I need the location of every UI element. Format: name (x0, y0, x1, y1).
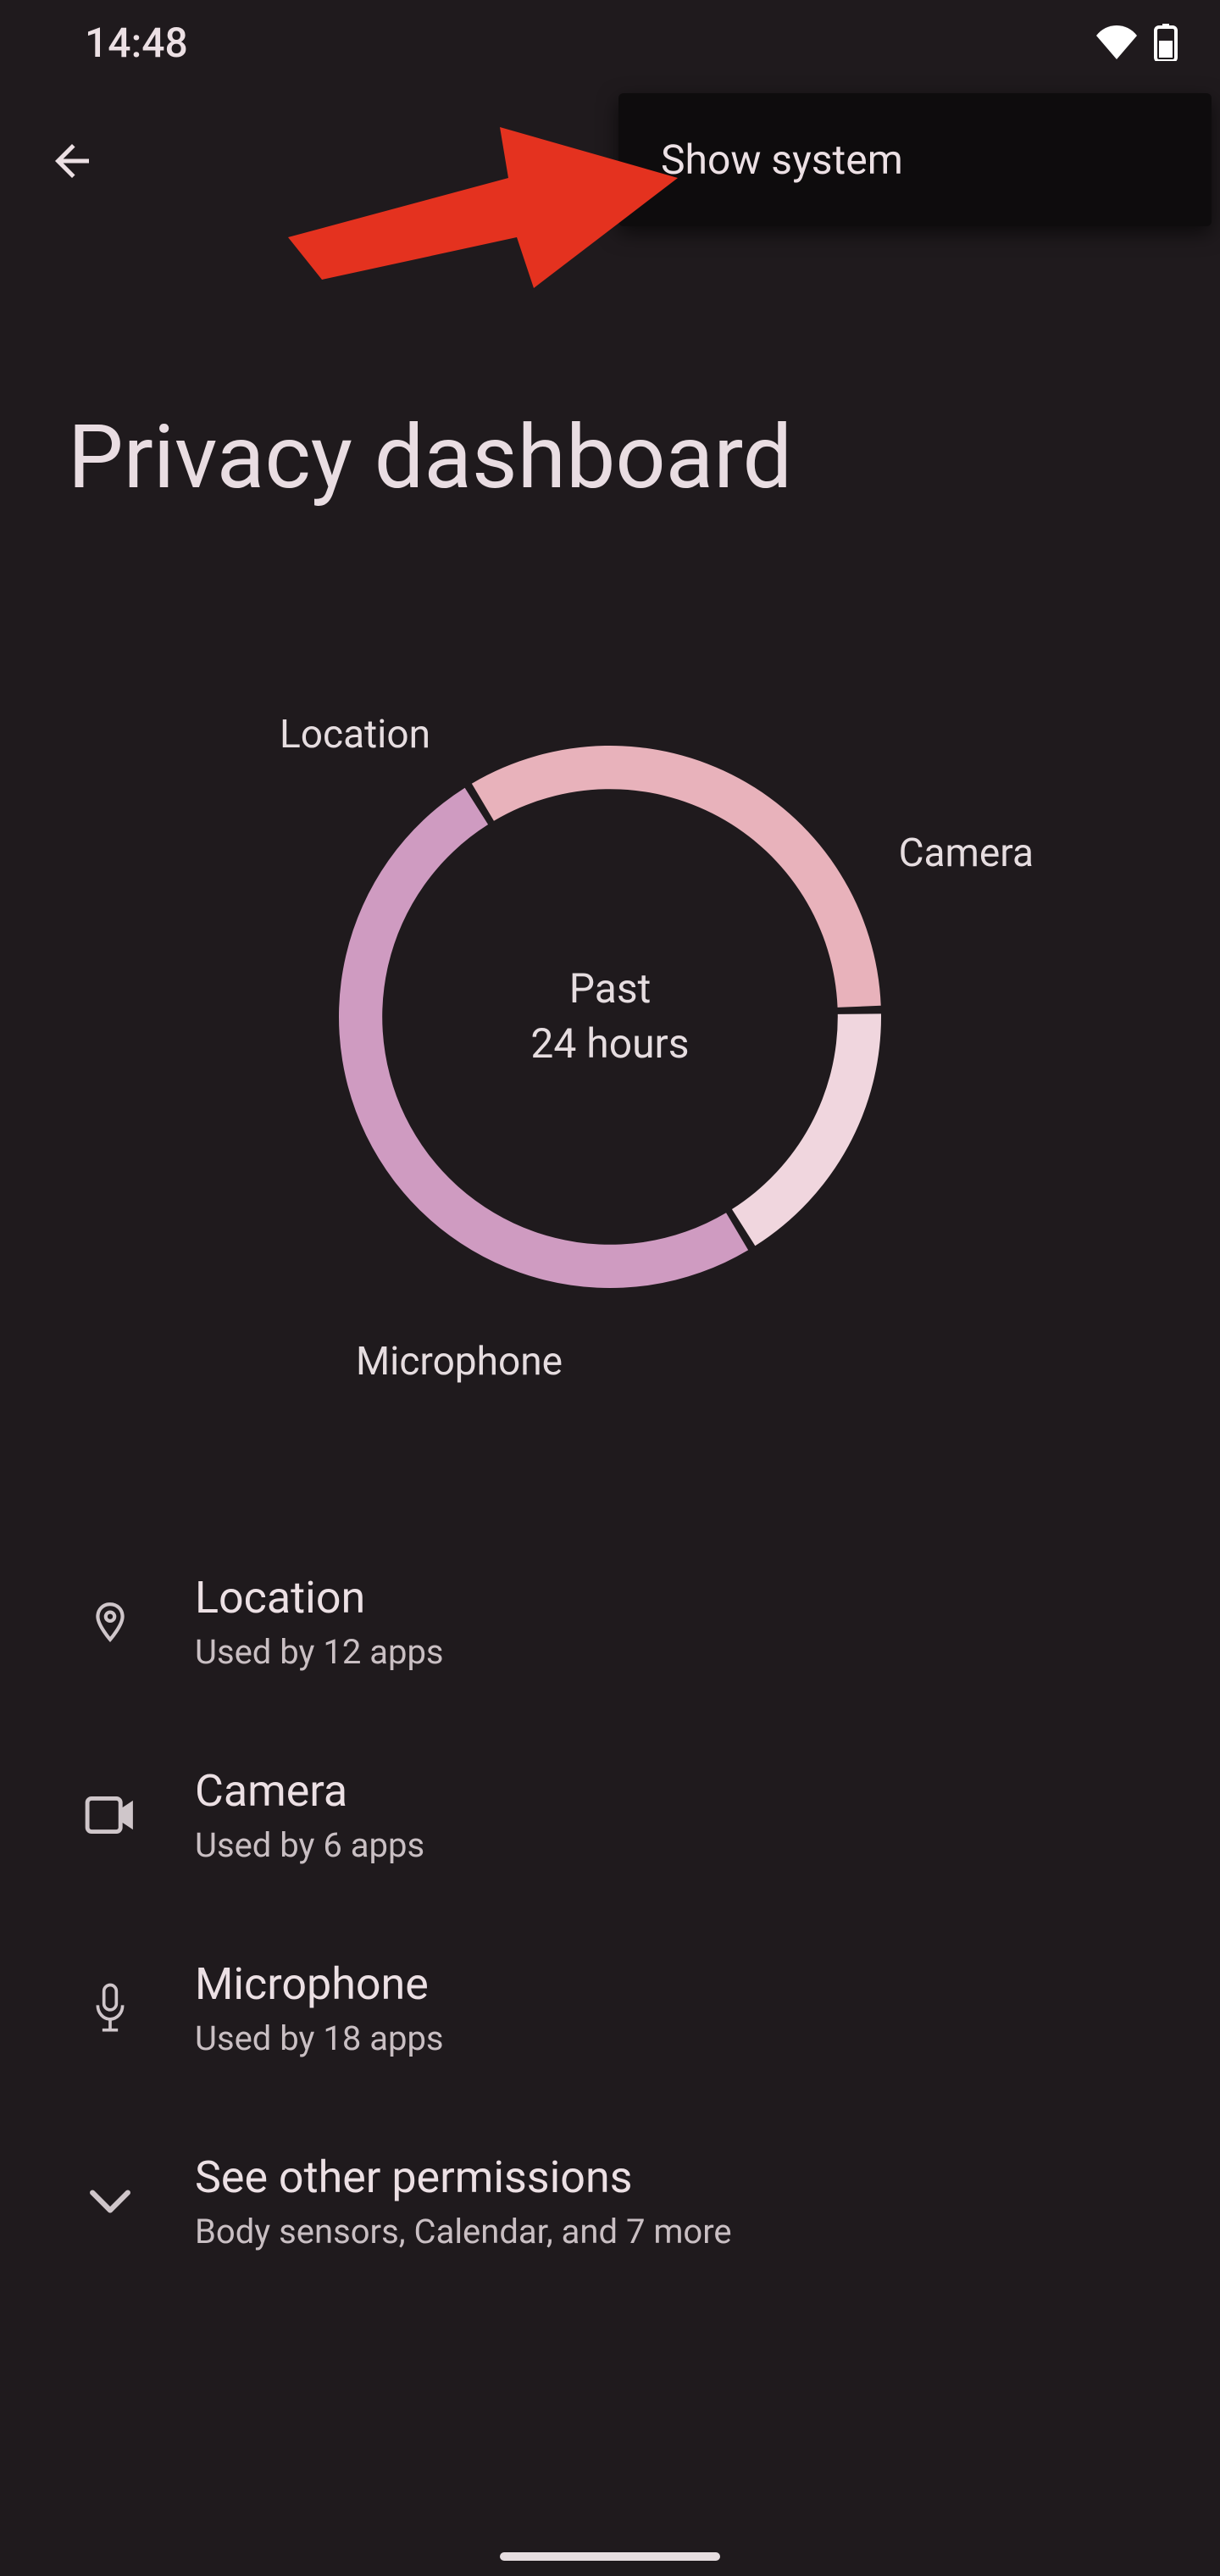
status-icons (1096, 24, 1178, 61)
row-camera[interactable]: Camera Used by 6 apps (0, 1718, 1220, 1912)
row-title: See other permissions (195, 2151, 732, 2203)
wifi-icon (1096, 25, 1137, 59)
camera-icon (85, 1796, 136, 1834)
overflow-menu[interactable]: Show system (618, 93, 1212, 226)
row-microphone[interactable]: Microphone Used by 18 apps (0, 1912, 1220, 2105)
microphone-icon (85, 1983, 136, 2034)
donut-center-line1: Past (569, 962, 652, 1017)
battery-icon (1154, 24, 1178, 61)
donut-label-location: Location (280, 712, 430, 758)
donut-center-label: Past 24 hours (339, 746, 881, 1288)
row-subtitle: Used by 12 apps (195, 1632, 444, 1672)
usage-donut-chart: Past 24 hours (0, 695, 1220, 1288)
donut-center-line2: 24 hours (530, 1017, 689, 1072)
row-subtitle: Used by 6 apps (195, 1825, 424, 1865)
row-title: Microphone (195, 1958, 444, 2010)
donut-label-microphone: Microphone (356, 1339, 563, 1385)
row-title: Camera (195, 1765, 424, 1817)
permission-list: Location Used by 12 apps Camera Used by … (0, 1525, 1220, 2298)
row-location[interactable]: Location Used by 12 apps (0, 1525, 1220, 1718)
status-time: 14:48 (85, 19, 188, 67)
device-frame: 14:48 Show system Privacy dashboard Past… (0, 0, 1220, 2576)
location-icon (85, 1596, 136, 1647)
page-title: Privacy dashboard (68, 407, 792, 509)
chevron-down-icon (85, 2189, 136, 2214)
row-subtitle: Used by 18 apps (195, 2018, 444, 2058)
arrow-back-icon (47, 136, 97, 186)
donut-label-camera: Camera (899, 830, 1034, 876)
row-see-other[interactable]: See other permissions Body sensors, Cale… (0, 2105, 1220, 2298)
back-button[interactable] (34, 123, 110, 199)
row-title: Location (195, 1572, 444, 1624)
status-bar: 14:48 (0, 0, 1220, 85)
navigation-handle[interactable] (500, 2552, 720, 2561)
menu-item-show-system[interactable]: Show system (618, 110, 1212, 209)
donut-ring: Past 24 hours (339, 746, 881, 1288)
row-subtitle: Body sensors, Calendar, and 7 more (195, 2212, 732, 2251)
